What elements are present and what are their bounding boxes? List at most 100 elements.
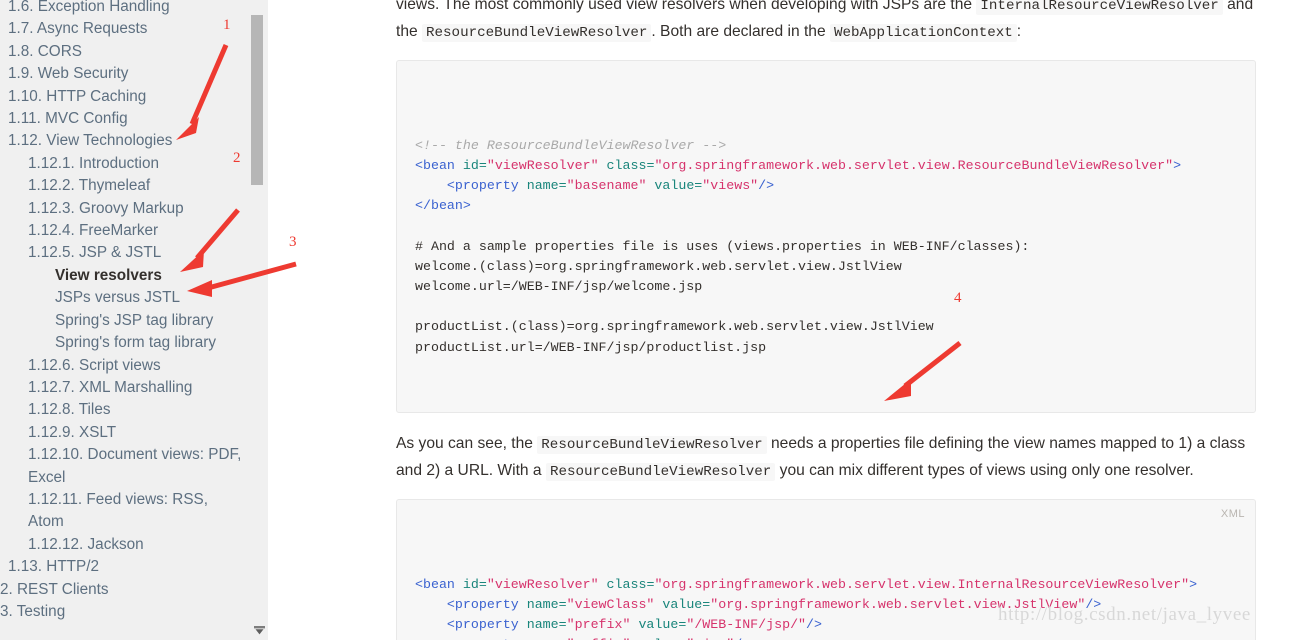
code-token-tag: <property bbox=[446, 617, 527, 633]
code-token-tag: <property bbox=[446, 597, 527, 613]
code-line: welcome.url=/WEB-INF/jsp/welcome.jsp bbox=[415, 277, 1237, 297]
code-line: <bean id="viewResolver" class="org.sprin… bbox=[415, 575, 1237, 595]
code-token-plain: # And a sample properties file is uses (… bbox=[415, 238, 1030, 254]
inline-code-resourcebundleviewresolver-2: ResourceBundleViewResolver bbox=[537, 436, 767, 455]
code-token-val: "basename" bbox=[566, 178, 647, 194]
paragraph-properties-file-explanation: As you can see, the ResourceBundleViewRe… bbox=[396, 431, 1256, 485]
code-line: <property name="suffix" value=".jsp"/> bbox=[415, 635, 1237, 640]
code-line: <!-- the ResourceBundleViewResolver --> bbox=[415, 136, 1237, 156]
code-token-attr: class= bbox=[606, 576, 655, 592]
toc-list: 1.6. Exception Handling 1.7. Async Reques… bbox=[0, 0, 250, 623]
code-token-plain: welcome.(class)=org.springframework.web.… bbox=[415, 258, 902, 274]
inline-code-webapplicationcontext: WebApplicationContext bbox=[829, 24, 1017, 42]
toc-item[interactable]: 1.10. HTTP Caching bbox=[0, 86, 250, 108]
code-token-plain: productList.(class)=org.springframework.… bbox=[415, 319, 934, 335]
code-token-comment: <!-- the ResourceBundleViewResolver --> bbox=[415, 137, 727, 153]
code-line: <property name="basename" value="views"/… bbox=[415, 176, 1237, 196]
toc-item[interactable]: 1.12.8. Tiles bbox=[0, 399, 250, 421]
toc-item[interactable]: 1.12.5. JSP & JSTL bbox=[0, 242, 250, 264]
toc-item[interactable]: 3. Testing bbox=[0, 601, 250, 623]
code-token-attr: value= bbox=[654, 178, 703, 194]
code-line: <bean id="viewResolver" class="org.sprin… bbox=[415, 156, 1237, 176]
toc-item[interactable]: 1.6. Exception Handling bbox=[0, 0, 250, 18]
code-token-tag: > bbox=[1189, 576, 1198, 592]
code-token-tag: <property bbox=[446, 178, 527, 194]
code-token-tag: <bean bbox=[415, 576, 463, 592]
toc-item[interactable]: 1.7. Async Requests bbox=[0, 18, 250, 40]
code-lines-1: <!-- the ResourceBundleViewResolver --> <… bbox=[415, 136, 1237, 358]
code-token-plain: productList.url=/WEB-INF/jsp/productlist… bbox=[415, 339, 767, 355]
code-language-label-2: XML bbox=[1220, 508, 1245, 521]
code-line: productList.(class)=org.springframework.… bbox=[415, 317, 1237, 337]
inline-code-resourcebundleviewresolver: ResourceBundleViewResolver bbox=[422, 24, 652, 42]
toc-item[interactable]: 1.12.3. Groovy Markup bbox=[0, 198, 250, 220]
code-token-attr: name= bbox=[526, 597, 567, 613]
text-fragment: views. The most commonly used view resol… bbox=[396, 0, 977, 13]
main-content: views. The most commonly used view resol… bbox=[268, 0, 1313, 640]
toc-item[interactable]: 1.12.2. Thymeleaf bbox=[0, 175, 250, 197]
inline-code-resourcebundleviewresolver-3: ResourceBundleViewResolver bbox=[545, 463, 776, 482]
toc-item[interactable]: Spring's form tag library bbox=[0, 332, 250, 354]
toc-item-current[interactable]: View resolvers bbox=[0, 265, 250, 287]
code-block-resourcebundleviewresolver[interactable]: <!-- the ResourceBundleViewResolver --> <… bbox=[396, 60, 1256, 414]
code-token-val: "views" bbox=[702, 178, 759, 194]
text-fragment: you can mix different types of views usi… bbox=[775, 462, 1194, 480]
toc-item[interactable]: 1.12.10. Document views: PDF, Excel bbox=[0, 444, 250, 489]
code-token-attr: id= bbox=[462, 576, 487, 592]
code-line: productList.url=/WEB-INF/jsp/productlist… bbox=[415, 338, 1237, 358]
toc-item[interactable]: 1.12. View Technologies bbox=[0, 130, 250, 152]
toc-item[interactable]: 1.12.6. Script views bbox=[0, 355, 250, 377]
toc-item[interactable]: 1.11. MVC Config bbox=[0, 108, 250, 130]
toc-item[interactable]: Spring's JSP tag library bbox=[0, 310, 250, 332]
code-token-val: "viewResolver" bbox=[486, 576, 599, 592]
scroll-down-arrow-icon[interactable] bbox=[252, 623, 266, 637]
code-token-attr: value= bbox=[662, 597, 711, 613]
code-token-attr: name= bbox=[526, 617, 567, 633]
sidebar-scrollbar-thumb[interactable] bbox=[251, 15, 263, 185]
code-token-val: "prefix" bbox=[566, 617, 631, 633]
code-token-tag: /> bbox=[806, 617, 823, 633]
paragraph-view-resolvers-intro: views. The most commonly used view resol… bbox=[396, 0, 1256, 46]
code-line: welcome.(class)=org.springframework.web.… bbox=[415, 257, 1237, 277]
toc-item[interactable]: 1.13. HTTP/2 bbox=[0, 556, 250, 578]
code-token-tag: </bean> bbox=[415, 198, 471, 214]
toc-item[interactable]: 1.12.12. Jackson bbox=[0, 534, 250, 556]
toc-item[interactable]: 1.12.9. XSLT bbox=[0, 422, 250, 444]
text-fragment: : bbox=[1016, 23, 1022, 40]
code-line: </bean> bbox=[415, 196, 1237, 216]
code-token-val: "org.springframework.web.servlet.view.Re… bbox=[654, 157, 1174, 173]
code-token-val: "/WEB-INF/jsp/" bbox=[686, 617, 807, 633]
code-token-attr: name= bbox=[526, 178, 567, 194]
toc-item[interactable]: 1.8. CORS bbox=[0, 41, 250, 63]
sidebar-scrollbar-track[interactable] bbox=[251, 0, 266, 640]
toc-sidebar: 1.6. Exception Handling 1.7. Async Reques… bbox=[0, 0, 268, 640]
watermark-url: http://blog.csdn.net/java_lyvee bbox=[998, 604, 1251, 625]
inline-code-internalresourceviewresolver: InternalResourceViewResolver bbox=[976, 0, 1223, 15]
toc-item[interactable]: 1.12.11. Feed views: RSS, Atom bbox=[0, 489, 250, 534]
code-token-attr: value= bbox=[638, 617, 687, 633]
code-token-val: "org.springframework.web.servlet.view.In… bbox=[654, 576, 1190, 592]
document-body: views. The most commonly used view resol… bbox=[396, 0, 1256, 640]
toc-item[interactable]: 1.12.1. Introduction bbox=[0, 153, 250, 175]
toc-item[interactable]: 2. REST Clients bbox=[0, 579, 250, 601]
toc-item[interactable]: 1.12.7. XML Marshalling bbox=[0, 377, 250, 399]
code-token-tag: <bean bbox=[415, 157, 463, 173]
code-token-val: "viewClass" bbox=[566, 597, 655, 613]
code-line: # And a sample properties file is uses (… bbox=[415, 237, 1237, 257]
code-token-attr: class= bbox=[606, 157, 655, 173]
toc-item[interactable]: 1.12.4. FreeMarker bbox=[0, 220, 250, 242]
code-token-val: "viewResolver" bbox=[486, 157, 599, 173]
code-token-attr: id= bbox=[462, 157, 487, 173]
code-token-tag: > bbox=[1173, 157, 1182, 173]
code-token-tag: /> bbox=[758, 178, 775, 194]
toc-item[interactable]: JSPs versus JSTL bbox=[0, 287, 250, 309]
toc-item[interactable]: 1.9. Web Security bbox=[0, 63, 250, 85]
code-token-plain: welcome.url=/WEB-INF/jsp/welcome.jsp bbox=[415, 279, 703, 295]
text-fragment: . Both are declared in the bbox=[651, 23, 830, 40]
